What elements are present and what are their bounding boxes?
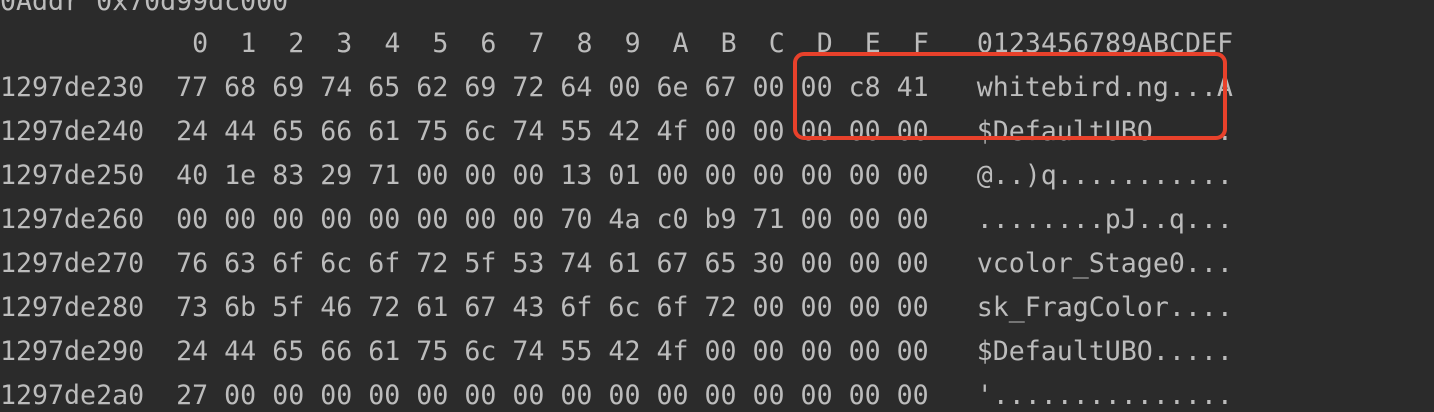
row-address: 1297de250 (0, 160, 145, 191)
row-address: 1297de270 (0, 248, 145, 279)
row-ascii: @..)q........... (976, 160, 1233, 191)
row-bytes: 27 00 00 00 00 00 00 00 00 00 00 00 00 0… (176, 380, 929, 411)
row-address: 1297de260 (0, 204, 145, 235)
row-address: 1297de2a0 (0, 380, 145, 411)
row-address: 1297de240 (0, 116, 145, 147)
row-bytes: 00 00 00 00 00 00 00 00 70 4a c0 b9 71 0… (176, 204, 929, 235)
column-label: 9 (624, 28, 673, 59)
base-address-line: 0Addr 0x70d99dc000 (0, 0, 289, 17)
row-address: 1297de280 (0, 292, 145, 323)
column-label: 8 (576, 28, 625, 59)
hex-row[interactable]: 1297de260 00 00 00 00 00 00 00 00 70 4a … (0, 204, 1233, 236)
row-bytes: 40 1e 83 29 71 00 00 00 13 01 00 00 00 0… (176, 160, 929, 191)
row-bytes: 24 44 65 66 61 75 6c 74 55 42 4f 00 00 0… (176, 336, 929, 367)
row-address: 1297de290 (0, 336, 145, 367)
column-label: 3 (336, 28, 385, 59)
row-ascii: sk_FragColor.... (976, 292, 1233, 323)
column-label: 6 (480, 28, 529, 59)
column-label: 5 (432, 28, 481, 59)
row-bytes: 76 63 6f 6c 6f 72 5f 53 74 61 67 65 30 0… (176, 248, 929, 279)
column-label: 0 (192, 28, 241, 59)
row-ascii: vcolor_Stage0... (976, 248, 1233, 279)
hex-row[interactable]: 1297de250 40 1e 83 29 71 00 00 00 13 01 … (0, 160, 1233, 192)
column-label: 7 (528, 28, 577, 59)
column-label: B (720, 28, 769, 59)
row-ascii: $DefaultUBO..... (976, 336, 1233, 367)
row-address: 1297de230 (0, 72, 145, 103)
row-ascii: '............... (976, 380, 1233, 411)
hex-row[interactable]: 1297de280 73 6b 5f 46 72 61 67 43 6f 6c … (0, 292, 1233, 324)
row-ascii: ........pJ..q... (976, 204, 1233, 235)
row-bytes: 73 6b 5f 46 72 61 67 43 6f 6c 6f 72 00 0… (176, 292, 929, 323)
hex-row[interactable]: 1297de2a0 27 00 00 00 00 00 00 00 00 00 … (0, 380, 1233, 412)
column-label: 1 (240, 28, 289, 59)
hex-row[interactable]: 1297de270 76 63 6f 6c 6f 72 5f 53 74 61 … (0, 248, 1233, 280)
column-label: 2 (288, 28, 337, 59)
column-label: 4 (384, 28, 433, 59)
hex-row[interactable]: 1297de290 24 44 65 66 61 75 6c 74 55 42 … (0, 336, 1233, 368)
highlight-box (793, 52, 1227, 140)
column-label: A (672, 28, 721, 59)
